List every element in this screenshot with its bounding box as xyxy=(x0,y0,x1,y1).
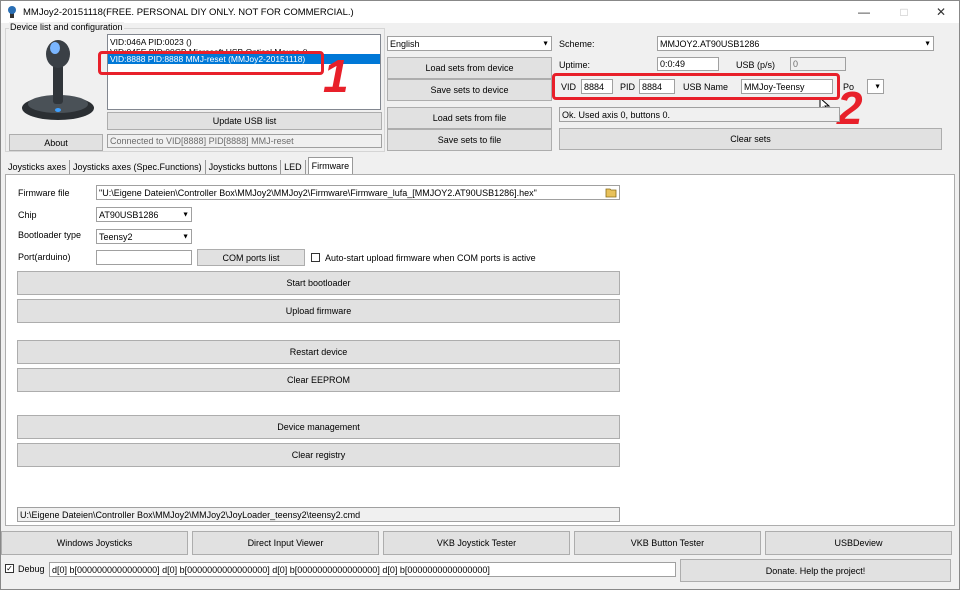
window-title: MMJoy2-20151118(FREE. PERSONAL DIY ONLY.… xyxy=(23,6,354,18)
donate-button[interactable]: Donate. Help the project! xyxy=(680,559,951,582)
scheme-label: Scheme: xyxy=(559,39,595,49)
tab-bar: Joysticks axes Joysticks axes (Spec.Func… xyxy=(5,157,354,174)
autostart-checkbox[interactable] xyxy=(311,253,320,262)
tab-joysticks-axes[interactable]: Joysticks axes xyxy=(5,160,71,174)
debug-checkbox[interactable]: ✓ xyxy=(5,564,14,573)
cmd-path-field: U:\Eigene Dateien\Controller Box\MMJoy2\… xyxy=(17,507,620,522)
clear-sets-button[interactable]: Clear sets xyxy=(559,128,942,150)
poll-select[interactable]: ▼ xyxy=(867,79,884,94)
status-field: Ok. Used axis 0, buttons 0. xyxy=(559,107,840,122)
chevron-down-icon: ▼ xyxy=(182,233,189,240)
vkb-button-tester-button[interactable]: VKB Button Tester xyxy=(574,531,761,555)
close-button[interactable]: ✕ xyxy=(923,1,959,23)
usbdeview-button[interactable]: USBDeview xyxy=(765,531,952,555)
tab-joysticks-axes-spec[interactable]: Joysticks axes (Spec.Functions) xyxy=(70,160,206,174)
port-field[interactable] xyxy=(96,250,192,265)
clear-registry-button[interactable]: Clear registry xyxy=(17,443,620,467)
maximize-button[interactable]: □ xyxy=(886,1,922,23)
clear-eeprom-button[interactable]: Clear EEPROM xyxy=(17,368,620,392)
windows-joysticks-button[interactable]: Windows Joysticks xyxy=(1,531,188,555)
bootloader-value: Teensy2 xyxy=(99,231,133,242)
autostart-label: Auto-start upload firmware when COM port… xyxy=(325,253,536,263)
debug-label: Debug xyxy=(18,564,45,574)
connection-status: Connected to VID[8888] PID[8888] MMJ-res… xyxy=(107,134,382,148)
chevron-down-icon: ▼ xyxy=(182,211,189,218)
scheme-value: MMJOY2.AT90USB1286 xyxy=(660,38,760,49)
scheme-select[interactable]: MMJOY2.AT90USB1286 ▼ xyxy=(657,36,934,51)
tab-led[interactable]: LED xyxy=(281,160,306,174)
chevron-down-icon: ▼ xyxy=(874,83,881,90)
tab-firmware[interactable]: Firmware xyxy=(307,157,354,174)
debug-field: d[0] b[0000000000000000] d[0] b[00000000… xyxy=(49,562,676,577)
annotation-number-1: 1 xyxy=(323,50,349,102)
device-group-label: Device list and configuration xyxy=(9,22,124,32)
update-usb-button[interactable]: Update USB list xyxy=(107,112,382,130)
bootloader-select[interactable]: Teensy2 ▼ xyxy=(96,229,192,244)
com-ports-button[interactable]: COM ports list xyxy=(197,249,305,266)
title-bar: MMJoy2-20151118(FREE. PERSONAL DIY ONLY.… xyxy=(1,1,959,23)
firmware-file-label: Firmware file xyxy=(18,188,70,198)
vkb-joystick-tester-button[interactable]: VKB Joystick Tester xyxy=(383,531,570,555)
load-sets-file-button[interactable]: Load sets from file xyxy=(387,107,552,129)
uptime-field: 0:0:49 xyxy=(657,57,719,71)
direct-input-viewer-button[interactable]: Direct Input Viewer xyxy=(192,531,379,555)
about-button[interactable]: About xyxy=(9,134,103,151)
device-management-button[interactable]: Device management xyxy=(17,415,620,439)
start-bootloader-button[interactable]: Start bootloader xyxy=(17,271,620,295)
chevron-down-icon: ▼ xyxy=(542,40,549,47)
minimize-button[interactable]: — xyxy=(846,1,882,23)
chip-value: AT90USB1286 xyxy=(99,209,159,220)
annotation-number-2: 2 xyxy=(837,82,863,134)
device-item[interactable]: VID:046A PID:0023 () xyxy=(108,37,380,47)
restart-device-button[interactable]: Restart device xyxy=(17,340,620,364)
bootloader-label: Bootloader type xyxy=(18,230,82,240)
firmware-file-field[interactable]: "U:\Eigene Dateien\Controller Box\MMJoy2… xyxy=(96,185,620,200)
annotation-box-1 xyxy=(98,51,324,75)
language-value: English xyxy=(390,38,420,49)
tab-joysticks-buttons[interactable]: Joysticks buttons xyxy=(206,160,282,174)
chevron-down-icon: ▼ xyxy=(924,40,931,47)
usb-ps-field: 0 xyxy=(790,57,846,71)
save-sets-file-button[interactable]: Save sets to file xyxy=(387,129,552,151)
annotation-box-2 xyxy=(552,73,840,100)
app-icon xyxy=(8,6,16,18)
joystick-logo-icon xyxy=(22,40,94,120)
upload-firmware-button[interactable]: Upload firmware xyxy=(17,299,620,323)
main-window: MMJoy2-20151118(FREE. PERSONAL DIY ONLY.… xyxy=(0,0,960,590)
usb-ps-label: USB (p/s) xyxy=(736,60,776,70)
load-sets-device-button[interactable]: Load sets from device xyxy=(387,57,552,79)
port-label: Port(arduino) xyxy=(18,252,71,262)
folder-open-icon[interactable] xyxy=(605,187,617,198)
chip-label: Chip xyxy=(18,210,37,220)
language-select[interactable]: English ▼ xyxy=(387,36,552,51)
uptime-label: Uptime: xyxy=(559,60,591,70)
save-sets-device-button[interactable]: Save sets to device xyxy=(387,79,552,101)
chip-select[interactable]: AT90USB1286 ▼ xyxy=(96,207,192,222)
